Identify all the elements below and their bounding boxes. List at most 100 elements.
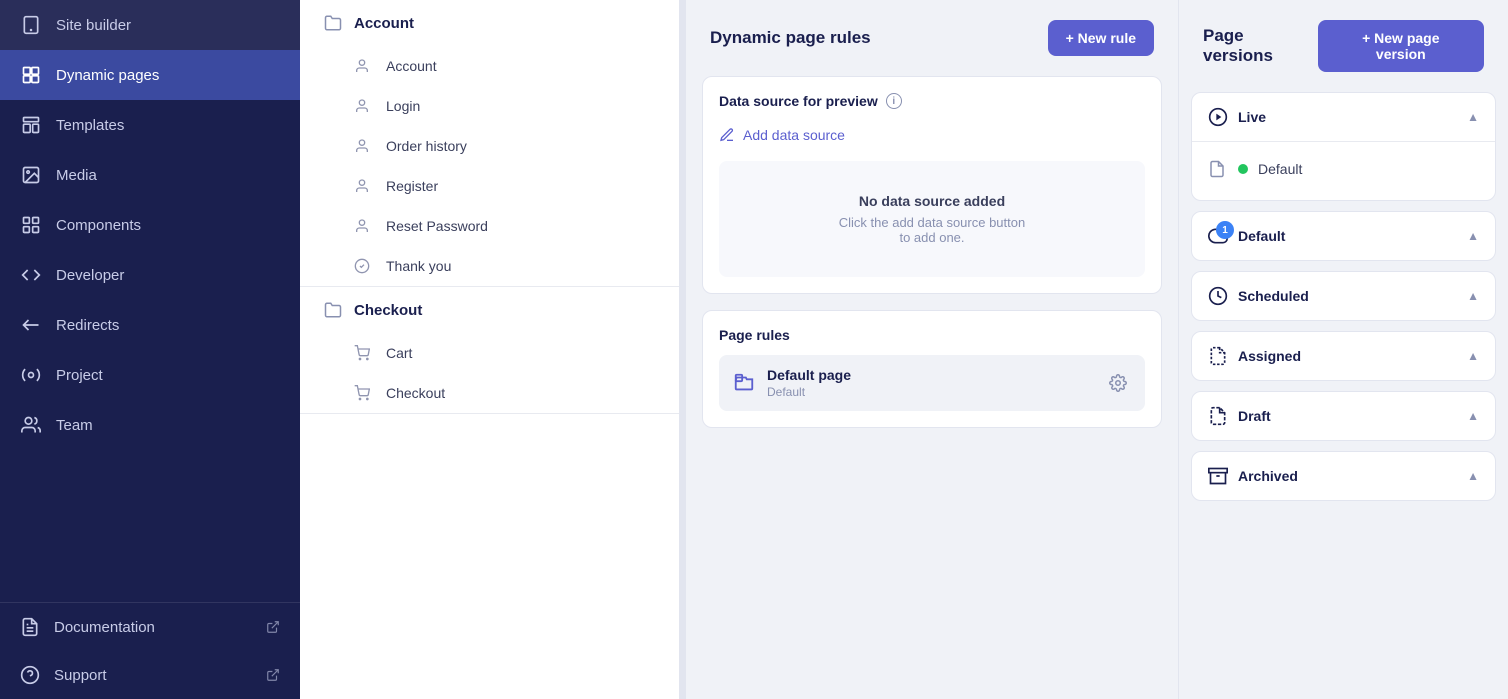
item-label: Cart xyxy=(386,345,412,361)
user-icon xyxy=(352,98,372,114)
checkout-section-header[interactable]: Checkout xyxy=(300,287,679,333)
sidebar-item-templates[interactable]: Templates xyxy=(0,100,300,150)
list-item-register[interactable]: Register xyxy=(300,166,679,206)
version-section-live: Live ▲ Default xyxy=(1191,92,1496,201)
section-label: Checkout xyxy=(354,302,422,319)
sidebar-item-documentation[interactable]: Documentation xyxy=(0,603,300,651)
main-content: Dynamic page rules + New rule Data sourc… xyxy=(686,0,1508,699)
rules-panel: Dynamic page rules + New rule Data sourc… xyxy=(686,0,1178,699)
play-circle-icon xyxy=(1208,107,1228,127)
version-section-default: 1 Default ▲ xyxy=(1191,211,1496,261)
rule-info: Default page Default xyxy=(767,367,1093,399)
version-item-default-live[interactable]: Default xyxy=(1208,152,1479,186)
version-section-archived-header[interactable]: Archived ▲ xyxy=(1192,452,1495,500)
item-label: Reset Password xyxy=(386,218,488,234)
sidebar-item-dynamic-pages[interactable]: Dynamic pages xyxy=(0,50,300,100)
sidebar-item-label: Dynamic pages xyxy=(56,67,159,84)
user-icon xyxy=(352,138,372,154)
chevron-up-icon: ▲ xyxy=(1467,409,1479,423)
list-item-reset-password[interactable]: Reset Password xyxy=(300,206,679,246)
rules-panel-title: Dynamic page rules xyxy=(710,28,871,48)
user-icon xyxy=(352,58,372,74)
team-icon xyxy=(20,414,42,436)
page-rules-card: Page rules Default page Default xyxy=(702,310,1162,428)
data-source-card-title: Data source for preview i xyxy=(719,93,1145,109)
sidebar-item-label: Media xyxy=(56,167,97,184)
version-section-assigned-header[interactable]: Assigned ▲ xyxy=(1192,332,1495,380)
doc-icon xyxy=(1208,160,1226,178)
list-item-account[interactable]: Account xyxy=(300,46,679,86)
new-page-version-button[interactable]: + New page version xyxy=(1318,20,1484,72)
data-source-card: Data source for preview i Add data sourc… xyxy=(702,76,1162,294)
archive-icon xyxy=(1208,466,1228,486)
rules-panel-header: Dynamic page rules + New rule xyxy=(686,0,1178,76)
version-section-scheduled-header[interactable]: Scheduled ▲ xyxy=(1192,272,1495,320)
sidebar-item-label: Team xyxy=(56,417,93,434)
list-item-login[interactable]: Login xyxy=(300,86,679,126)
list-item-checkout[interactable]: Checkout xyxy=(300,373,679,413)
list-item-thank-you[interactable]: Thank you xyxy=(300,246,679,286)
section-label: Account xyxy=(354,15,414,32)
list-item-order-history[interactable]: Order history xyxy=(300,126,679,166)
external-link-icon xyxy=(266,668,280,682)
version-section-archived: Archived ▲ xyxy=(1191,451,1496,501)
folder-icon xyxy=(324,301,342,319)
chevron-up-icon: ▲ xyxy=(1467,469,1479,483)
components-icon xyxy=(20,214,42,236)
circle-check-icon xyxy=(352,258,372,274)
list-item-cart[interactable]: Cart xyxy=(300,333,679,373)
item-label: Thank you xyxy=(386,258,451,274)
sidebar-item-site-builder[interactable]: Site builder xyxy=(0,0,300,50)
versions-panel-header: Page versions + New page version xyxy=(1179,0,1508,92)
chevron-up-icon: ▲ xyxy=(1467,110,1479,124)
sidebar-item-support[interactable]: Support xyxy=(0,651,300,699)
user-icon xyxy=(352,218,372,234)
account-section-header[interactable]: Account xyxy=(300,0,679,46)
rule-sub: Default xyxy=(767,385,1093,399)
version-section-assigned: Assigned ▲ xyxy=(1191,331,1496,381)
green-dot-indicator xyxy=(1238,164,1248,174)
version-section-scheduled: Scheduled ▲ xyxy=(1191,271,1496,321)
account-section: Account Account Login Order history Regi… xyxy=(300,0,679,287)
templates-icon xyxy=(20,114,42,136)
new-rule-button[interactable]: + New rule xyxy=(1048,20,1154,56)
sidebar-item-team[interactable]: Team xyxy=(0,400,300,450)
chevron-up-icon: ▲ xyxy=(1467,289,1479,303)
no-data-sub: Click the add data source buttonto add o… xyxy=(735,215,1129,245)
section-label: Live xyxy=(1238,109,1266,125)
version-section-draft-header[interactable]: Draft ▲ xyxy=(1192,392,1495,440)
user-icon xyxy=(352,178,372,194)
cart-icon xyxy=(352,385,372,401)
media-icon xyxy=(20,164,42,186)
project-icon xyxy=(20,364,42,386)
sidebar: Site builder Dynamic pages Templates Med… xyxy=(0,0,300,699)
item-label: Order history xyxy=(386,138,467,154)
sidebar-item-label: Documentation xyxy=(54,619,155,636)
rule-name: Default page xyxy=(767,367,1093,383)
sidebar-item-label: Templates xyxy=(56,117,124,134)
no-data-title: No data source added xyxy=(735,193,1129,209)
gear-button[interactable] xyxy=(1105,370,1131,396)
support-icon xyxy=(20,665,40,685)
version-section-live-header[interactable]: Live ▲ xyxy=(1192,93,1495,141)
clock-icon xyxy=(1208,286,1228,306)
sidebar-item-label: Components xyxy=(56,217,141,234)
version-section-default-header[interactable]: 1 Default ▲ xyxy=(1192,212,1495,260)
doc-dashed2-icon xyxy=(1208,406,1228,426)
info-icon[interactable]: i xyxy=(886,93,902,109)
version-item-label: Default xyxy=(1258,161,1302,177)
pages-icon xyxy=(20,64,42,86)
checkout-section: Checkout Cart Checkout xyxy=(300,287,679,414)
add-data-source-button[interactable]: Add data source xyxy=(719,121,1145,149)
cloud-icon: 1 xyxy=(1208,226,1228,246)
sidebar-item-media[interactable]: Media xyxy=(0,150,300,200)
page-rule-item[interactable]: Default page Default xyxy=(719,355,1145,411)
sidebar-item-project[interactable]: Project xyxy=(0,350,300,400)
sidebar-item-components[interactable]: Components xyxy=(0,200,300,250)
cart-icon xyxy=(352,345,372,361)
sidebar-item-label: Project xyxy=(56,367,103,384)
sidebar-item-developer[interactable]: Developer xyxy=(0,250,300,300)
page-rules-card-title: Page rules xyxy=(719,327,1145,343)
sidebar-item-redirects[interactable]: Redirects xyxy=(0,300,300,350)
item-label: Checkout xyxy=(386,385,445,401)
